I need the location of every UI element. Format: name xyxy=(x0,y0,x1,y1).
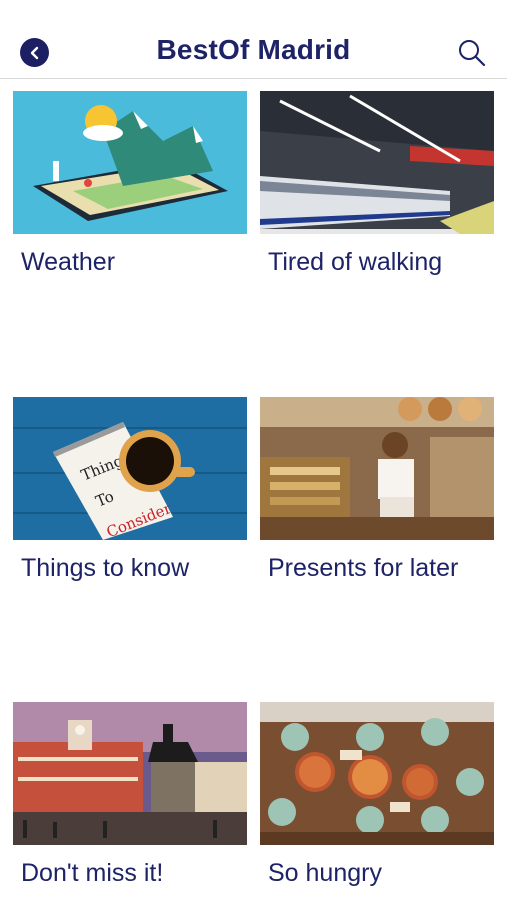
card-tired-of-walking[interactable]: Tired of walking xyxy=(260,91,494,277)
card-label: So hungry xyxy=(268,859,382,887)
card-label: Presents for later xyxy=(268,554,459,582)
card-label: Tired of walking xyxy=(268,248,443,276)
card-so-hungry[interactable]: So hungry xyxy=(260,702,494,888)
card-things-to-know[interactable]: Things To Consider Things to know xyxy=(13,397,247,583)
card-dont-miss-it[interactable]: Don't miss it! xyxy=(13,702,247,888)
notepad-image: Things To Consider xyxy=(13,397,247,540)
metro-image xyxy=(260,91,494,234)
puerta-del-sol-image xyxy=(13,702,247,845)
category-grid: Weather Tired of walking Things To Consi… xyxy=(0,0,507,900)
card-label: Things to know xyxy=(21,554,190,582)
card-presents-for-later[interactable]: Presents for later xyxy=(260,397,494,583)
card-label: Don't miss it! xyxy=(21,859,164,887)
shared-meal-image xyxy=(260,702,494,845)
market-image xyxy=(260,397,494,540)
card-weather[interactable]: Weather xyxy=(13,91,247,277)
card-label: Weather xyxy=(21,248,116,276)
weather-image xyxy=(13,91,247,234)
